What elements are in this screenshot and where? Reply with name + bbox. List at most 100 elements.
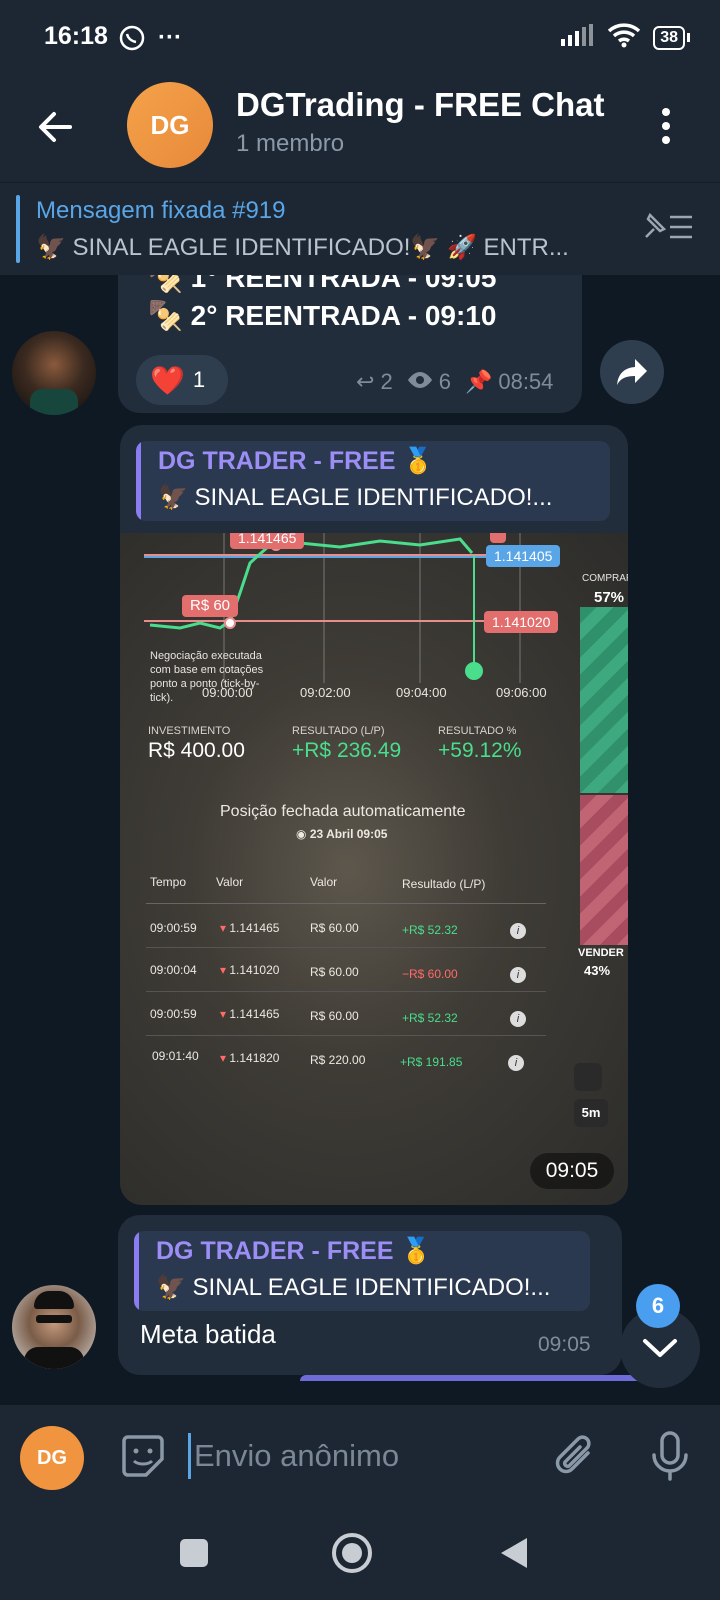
send-as-avatar[interactable]: DG [20, 1426, 84, 1490]
x-tick: 09:02:00 [300, 685, 351, 700]
voice-record-button[interactable] [646, 1429, 694, 1483]
table-header: Tempo [150, 875, 187, 889]
media-time: 09:05 [530, 1153, 614, 1189]
trade-screenshot[interactable]: 1.141465 1.141405 1.141020 R$ 60 Negocia… [120, 533, 628, 1205]
current-price-tag: 1.141405 [486, 545, 561, 567]
result-percent-value: +59.12% [438, 739, 522, 762]
pinned-message[interactable]: Mensagem fixada #919 🦅 SINAL EAGLE IDENT… [0, 182, 720, 276]
message-meta: ↩ 2 6 📌 08:54 [356, 369, 553, 395]
row-result: +R$ 191.85 [400, 1055, 463, 1069]
x-tick: 09:00:00 [202, 685, 253, 700]
views-icon [407, 369, 433, 395]
row-time: 09:00:59 [150, 921, 197, 935]
row-amount: R$ 60.00 [310, 921, 359, 935]
pin-list-icon [645, 212, 692, 239]
unread-count-badge: 6 [636, 1284, 680, 1328]
message-text: Meta batida [140, 1319, 276, 1349]
row-time: 09:01:40 [152, 1049, 199, 1063]
reentry-2-text: 2° REENTRADA - 09:10 [190, 300, 497, 331]
chat-avatar[interactable]: DG [127, 82, 213, 168]
chat-title[interactable]: DGTrading - FREE Chat [236, 86, 605, 124]
buy-percent: 57% [594, 589, 625, 606]
chat-subtitle: 1 membro [236, 130, 345, 157]
paperclip-icon [555, 1435, 591, 1474]
pinned-list-button[interactable] [640, 207, 696, 247]
home-button[interactable] [328, 1529, 376, 1577]
message-list[interactable]: 🍢 1° REENTRADA - 09:05 🍢 2° REENTRADA - … [0, 275, 720, 1405]
message-bubble[interactable]: DG TRADER - FREE 🥇 🦅 SINAL EAGLE IDENTIF… [118, 1215, 622, 1375]
info-icon[interactable]: i [508, 1055, 524, 1071]
system-navigation-bar [0, 1505, 720, 1600]
quote-bar [136, 441, 141, 521]
chart-type-button[interactable] [574, 1063, 602, 1091]
message-time: 08:54 [498, 369, 554, 394]
sticker-icon [122, 1435, 164, 1477]
x-tick: 09:04:00 [396, 685, 447, 700]
reentry-1-text: 1° REENTRADA - 09:05 [190, 275, 497, 293]
buy-volume-bar [580, 607, 628, 793]
sticker-button[interactable] [118, 1431, 168, 1481]
row-price: ▾ 1.141465 [220, 921, 280, 935]
table-header: Resultado (L/P) [402, 877, 486, 891]
share-button[interactable] [600, 340, 664, 404]
buy-label: COMPRAR [582, 573, 628, 584]
view-count: 6 [438, 369, 451, 394]
reply-count: 2 [380, 369, 393, 394]
calendar-icon: ◉ [296, 827, 307, 841]
arrow-left-icon [39, 112, 72, 142]
message-input[interactable] [192, 1427, 526, 1485]
timeframe-button[interactable]: 5m [574, 1099, 608, 1127]
forwarded-quote[interactable]: DG TRADER - FREE 🥇 🦅 SINAL EAGLE IDENTIF… [136, 441, 610, 521]
sell-volume-bar [580, 795, 628, 945]
quote-author: DG TRADER - FREE 🥇 [156, 1237, 432, 1265]
composer: DG [0, 1405, 720, 1505]
table-header: Valor [216, 875, 244, 889]
more-notifications-icon: ··· [158, 24, 182, 51]
sender-avatar[interactable] [12, 1285, 96, 1369]
battery-level: 38 [653, 25, 685, 50]
more-options-button[interactable] [656, 104, 676, 148]
row-amount: R$ 60.00 [310, 1009, 359, 1023]
trade-amount-tag: R$ 60 [182, 595, 239, 617]
pinned-text: 🦅 SINAL EAGLE IDENTIFICADO!🦅 🚀 ENTR... [36, 234, 569, 261]
signal-icon [561, 24, 595, 51]
triangle-back-icon [501, 1538, 527, 1568]
text-cursor [188, 1433, 191, 1479]
row-result: +R$ 52.32 [402, 923, 458, 937]
info-icon[interactable]: i [510, 967, 526, 983]
microphone-icon [652, 1431, 688, 1481]
row-amount: R$ 220.00 [310, 1053, 366, 1067]
closed-date-text: 23 Abril 09:05 [309, 827, 388, 841]
pinned-title: Mensagem fixada #919 [36, 197, 286, 224]
message-line: 🍢 1° REENTRADA - 09:05 [148, 275, 496, 294]
row-time: 09:00:04 [150, 963, 197, 977]
forward-icon [617, 359, 647, 385]
message-bubble[interactable]: DG TRADER - FREE 🥇 🦅 SINAL EAGLE IDENTIF… [120, 425, 628, 1205]
result-label: RESULTADO (L/P) [292, 725, 385, 737]
more-vertical-icon [662, 108, 670, 144]
battery-icon: 38 [653, 25, 690, 50]
reaction-chip[interactable]: ❤️ 1 [136, 355, 228, 405]
back-button[interactable] [30, 102, 80, 152]
row-price: ▾ 1.141020 [220, 963, 280, 977]
pinned-indicator [16, 195, 20, 263]
row-price: ▾ 1.141465 [220, 1007, 280, 1021]
attach-button[interactable] [552, 1433, 600, 1481]
quote-bar [134, 1231, 139, 1311]
quote-author: DG TRADER - FREE 🥇 [158, 447, 434, 475]
quote-text: 🦅 SINAL EAGLE IDENTIFICADO!... [158, 484, 553, 511]
info-icon[interactable]: i [510, 1011, 526, 1027]
wifi-icon [607, 22, 641, 53]
message-bubble[interactable]: 🍢 1° REENTRADA - 09:05 🍢 2° REENTRADA - … [118, 275, 582, 413]
sender-avatar[interactable] [12, 331, 96, 415]
heart-icon: ❤️ [150, 364, 185, 396]
row-price: ▾ 1.141820 [220, 1051, 280, 1065]
info-icon[interactable]: i [510, 923, 526, 939]
recents-button[interactable] [170, 1529, 218, 1577]
table-header: Valor [310, 875, 338, 889]
forwarded-quote[interactable]: DG TRADER - FREE 🥇 🦅 SINAL EAGLE IDENTIF… [134, 1231, 590, 1311]
price-tag: 1.141465 [230, 533, 305, 549]
square-icon [180, 1539, 208, 1567]
price-tag [490, 533, 506, 543]
back-nav-button[interactable] [490, 1529, 538, 1577]
